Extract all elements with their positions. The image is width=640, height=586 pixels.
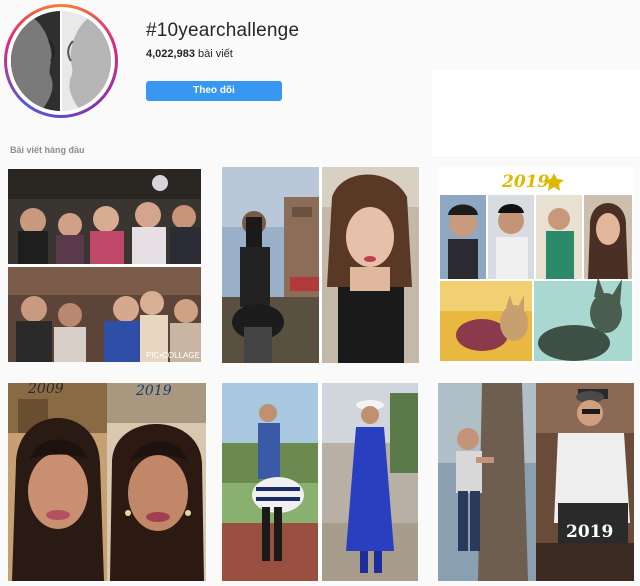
hashtag-avatar[interactable] bbox=[4, 4, 118, 118]
post-thumbnail-group-of-women[interactable]: PIC•COLLAGE bbox=[8, 169, 201, 362]
blue-dress-collage bbox=[222, 383, 418, 581]
blank-panel bbox=[432, 70, 640, 156]
woman-years-collage: 2009 2019 bbox=[8, 383, 206, 581]
year-caption-right: 2019 bbox=[135, 383, 172, 399]
follow-button[interactable]: Theo dõi bbox=[146, 81, 282, 101]
pic-collage-watermark: PIC•COLLAGE bbox=[146, 351, 200, 360]
post-thumbnail-children-and-dogs[interactable]: 2019 bbox=[438, 167, 634, 363]
post-thumbnail-woman-blue-dress[interactable] bbox=[222, 383, 418, 581]
post-count-label: bài viết bbox=[198, 48, 233, 60]
post-thumbnail-woman-2009-2019[interactable]: 2009 2019 bbox=[8, 383, 206, 581]
year-caption: 2019 bbox=[566, 522, 613, 542]
children-dogs-collage: 2019 bbox=[438, 167, 634, 363]
hashtag-page: #10yearchallenge 4,022,983 bài viết Theo… bbox=[0, 0, 640, 586]
post-thumbnail-woman-then-now[interactable] bbox=[222, 167, 419, 363]
top-posts-heading: Bài viết hàng đầu bbox=[10, 145, 85, 155]
post-count: 4,022,983 bài viết bbox=[146, 48, 233, 60]
woman-collage-photo bbox=[222, 167, 419, 363]
year-caption: 2019 bbox=[501, 172, 549, 192]
boy-tree-man-collage: 2019 bbox=[438, 383, 634, 581]
year-caption-left: 2009 bbox=[27, 383, 64, 397]
post-count-value: 4,022,983 bbox=[146, 48, 195, 60]
post-thumbnail-boy-tree-and-man[interactable]: 2019 bbox=[438, 383, 634, 581]
split-face-portrait-icon bbox=[11, 11, 111, 111]
group-photo-collage: PIC•COLLAGE bbox=[8, 169, 201, 362]
page-title: #10yearchallenge bbox=[146, 20, 300, 41]
